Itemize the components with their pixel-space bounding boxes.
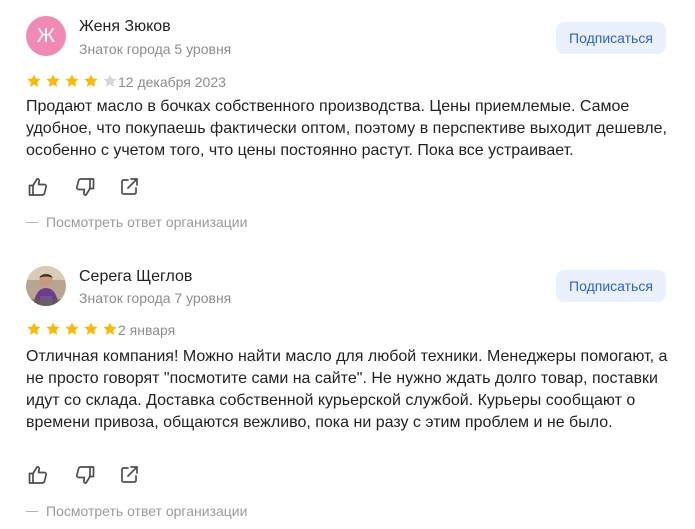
review-text: Продают масло в бочках собственного прои…: [26, 98, 667, 159]
author-level: Знаток города 5 уровня: [79, 41, 232, 57]
star-filled-icon: [83, 73, 99, 89]
dislike-icon[interactable]: [73, 463, 97, 487]
star-filled-icon: [102, 321, 118, 337]
review-text: Отличная компания! Можно найти масло для…: [26, 348, 668, 431]
star-filled-icon: [64, 73, 80, 89]
star-filled-icon: [64, 321, 80, 337]
org-reply-label: Посмотреть ответ организации: [46, 214, 248, 230]
star-filled-icon: [45, 321, 61, 337]
star-filled-icon: [26, 321, 42, 337]
star-filled-icon: [26, 73, 42, 89]
review-date: 2 января: [118, 322, 176, 338]
author-name[interactable]: Серега Щеглов: [79, 267, 192, 287]
avatar[interactable]: Ж: [26, 16, 66, 56]
org-reply-link[interactable]: Посмотреть ответ организации: [26, 213, 247, 231]
review-date: 12 декабря 2023: [118, 74, 226, 90]
share-icon[interactable]: [117, 463, 141, 487]
star-filled-icon: [45, 73, 61, 89]
subscribe-button[interactable]: Подписаться: [556, 22, 666, 54]
subscribe-button[interactable]: Подписаться: [556, 270, 666, 302]
like-icon[interactable]: [26, 463, 50, 487]
org-reply-link[interactable]: Посмотреть ответ организации: [26, 502, 247, 520]
like-icon[interactable]: [26, 175, 50, 199]
rating-stars: [26, 321, 118, 337]
dash-divider: [26, 221, 38, 223]
share-icon[interactable]: [117, 175, 141, 199]
rating-stars: [26, 73, 118, 89]
author-level: Знаток города 7 уровня: [79, 290, 232, 306]
org-reply-label: Посмотреть ответ организации: [46, 503, 248, 519]
author-name[interactable]: Женя Зюков: [79, 17, 171, 37]
avatar-letter: Ж: [36, 25, 56, 47]
star-filled-icon: [83, 321, 99, 337]
star-empty-icon: [102, 73, 118, 89]
dislike-icon[interactable]: [73, 175, 97, 199]
avatar[interactable]: [26, 266, 66, 306]
dash-divider: [26, 510, 38, 512]
